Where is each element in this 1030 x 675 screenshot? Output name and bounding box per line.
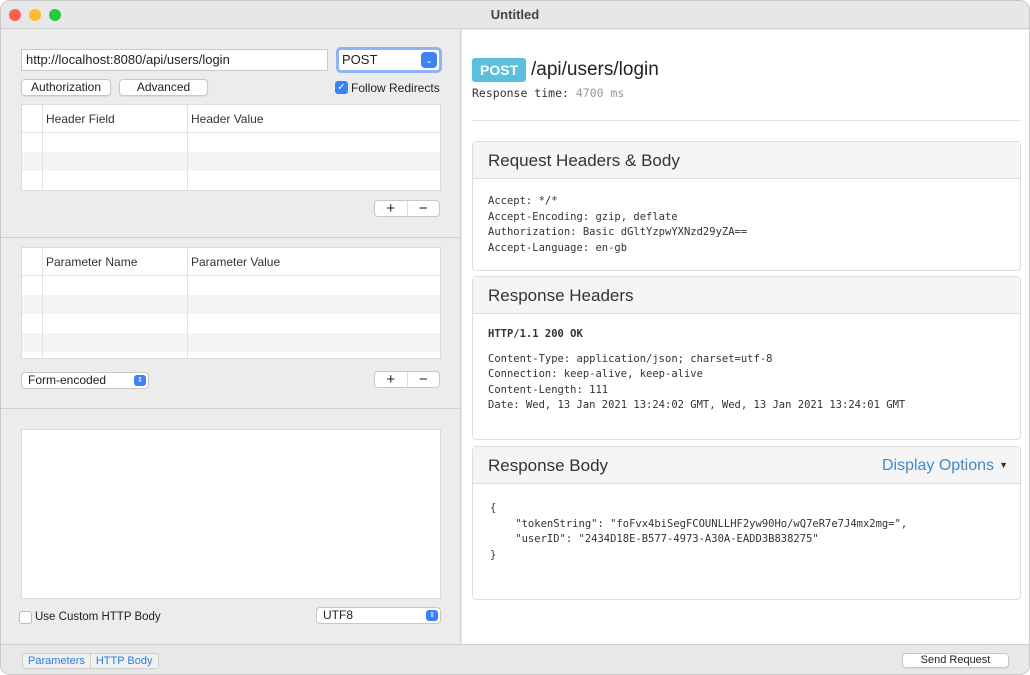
chevron-down-icon: ⌄: [421, 52, 437, 68]
zoom-button[interactable]: [49, 9, 61, 21]
advanced-button[interactable]: Advanced: [119, 79, 208, 96]
header-line: Date: Wed, 13 Jan 2021 13:24:02 GMT, Wed…: [488, 399, 906, 411]
follow-redirects-checkbox[interactable]: ✓: [335, 81, 348, 94]
header-line: Accept: */*: [488, 195, 558, 207]
custom-body-label: Use Custom HTTP Body: [35, 611, 161, 623]
params-add-remove: + −: [374, 371, 440, 388]
divider: [1, 408, 461, 409]
caret-down-icon: ▼: [999, 460, 1008, 470]
response-time: Response time: 4700 ms: [472, 86, 624, 102]
updown-icon: ⇕: [134, 375, 146, 386]
response-body-card: Response Body Display Options ▼ { "token…: [472, 446, 1021, 600]
tab-http-body[interactable]: HTTP Body: [91, 654, 158, 668]
app-window: Untitled http://localhost:8080/api/users…: [0, 0, 1030, 675]
parameter-value-column[interactable]: Parameter Value: [187, 248, 280, 276]
updown-icon: ⇕: [426, 610, 438, 621]
response-body-content: { "tokenString": "foFvx4biSegFCOUNLLHF2y…: [490, 502, 908, 561]
title-bar: Untitled: [1, 1, 1029, 29]
add-parameter-button[interactable]: +: [375, 372, 407, 387]
card-title: Response Body Display Options ▼: [473, 447, 1020, 484]
follow-redirects-label: Follow Redirects: [351, 81, 440, 95]
remove-parameter-button[interactable]: −: [406, 372, 440, 387]
charset-select[interactable]: UTF8 ⇕: [316, 607, 441, 624]
window-title: Untitled: [490, 7, 540, 22]
authorization-button[interactable]: Authorization: [21, 79, 111, 96]
header-line: Accept-Language: en-gb: [488, 241, 628, 254]
method-select[interactable]: POST ⌄: [336, 47, 442, 73]
response-time-value: 4700 ms: [575, 86, 625, 100]
method-badge: POST: [472, 58, 527, 82]
response-panel: POST /api/users/login Response time: 470…: [462, 30, 1029, 644]
remove-header-button[interactable]: −: [406, 201, 440, 216]
response-headers-content: HTTP/1.1 200 OK Content-Type: applicatio…: [473, 314, 1020, 427]
header-line: Content-Length: 111: [488, 383, 609, 396]
headers-table[interactable]: Header Field Header Value: [21, 104, 441, 191]
custom-body-checkbox[interactable]: [19, 611, 32, 624]
headers-add-remove: + −: [374, 200, 440, 217]
minimize-button[interactable]: [29, 9, 41, 21]
status-line: HTTP/1.1 200 OK: [488, 328, 583, 340]
send-request-button[interactable]: Send Request: [902, 653, 1009, 668]
close-button[interactable]: [9, 9, 21, 21]
request-headers-card: Request Headers & Body Accept: */* Accep…: [472, 141, 1021, 271]
method-value: POST: [342, 52, 378, 67]
header-line: Content-Type: application/json; charset=…: [488, 352, 773, 365]
tab-parameters[interactable]: Parameters: [23, 654, 91, 668]
add-header-button[interactable]: +: [375, 201, 407, 216]
encoding-select[interactable]: Form-encoded ⇕: [21, 372, 149, 389]
url-input[interactable]: http://localhost:8080/api/users/login: [21, 49, 328, 71]
display-options-button[interactable]: Display Options: [882, 447, 994, 484]
header-field-column[interactable]: Header Field: [42, 105, 115, 133]
header-line: Accept-Encoding: gzip, deflate: [488, 210, 678, 223]
card-title-text: Response Body: [488, 456, 609, 475]
parameters-table[interactable]: Parameter Name Parameter Value: [21, 247, 441, 359]
card-title: Response Headers: [473, 277, 1020, 314]
header-line: Authorization: Basic dGltYzpwYXNzd29yZA=…: [488, 226, 748, 238]
request-headers-content: Accept: */* Accept-Encoding: gzip, defla…: [473, 179, 1020, 271]
http-body-textarea[interactable]: [21, 429, 441, 599]
bottom-bar: Parameters HTTP Body Send Request: [1, 644, 1029, 674]
divider: [1, 237, 461, 238]
view-tabs: Parameters HTTP Body: [22, 653, 159, 669]
response-path: /api/users/login: [531, 59, 659, 80]
response-headers-card: Response Headers HTTP/1.1 200 OK Content…: [472, 276, 1021, 440]
card-title: Request Headers & Body: [473, 142, 1020, 179]
header-value-column[interactable]: Header Value: [187, 105, 264, 133]
request-panel: http://localhost:8080/api/users/login PO…: [1, 30, 461, 644]
header-line: Connection: keep-alive, keep-alive: [488, 368, 703, 380]
parameter-name-column[interactable]: Parameter Name: [42, 248, 137, 276]
response-time-label: Response time:: [472, 86, 569, 100]
charset-value: UTF8: [323, 608, 353, 622]
encoding-value: Form-encoded: [28, 373, 107, 387]
